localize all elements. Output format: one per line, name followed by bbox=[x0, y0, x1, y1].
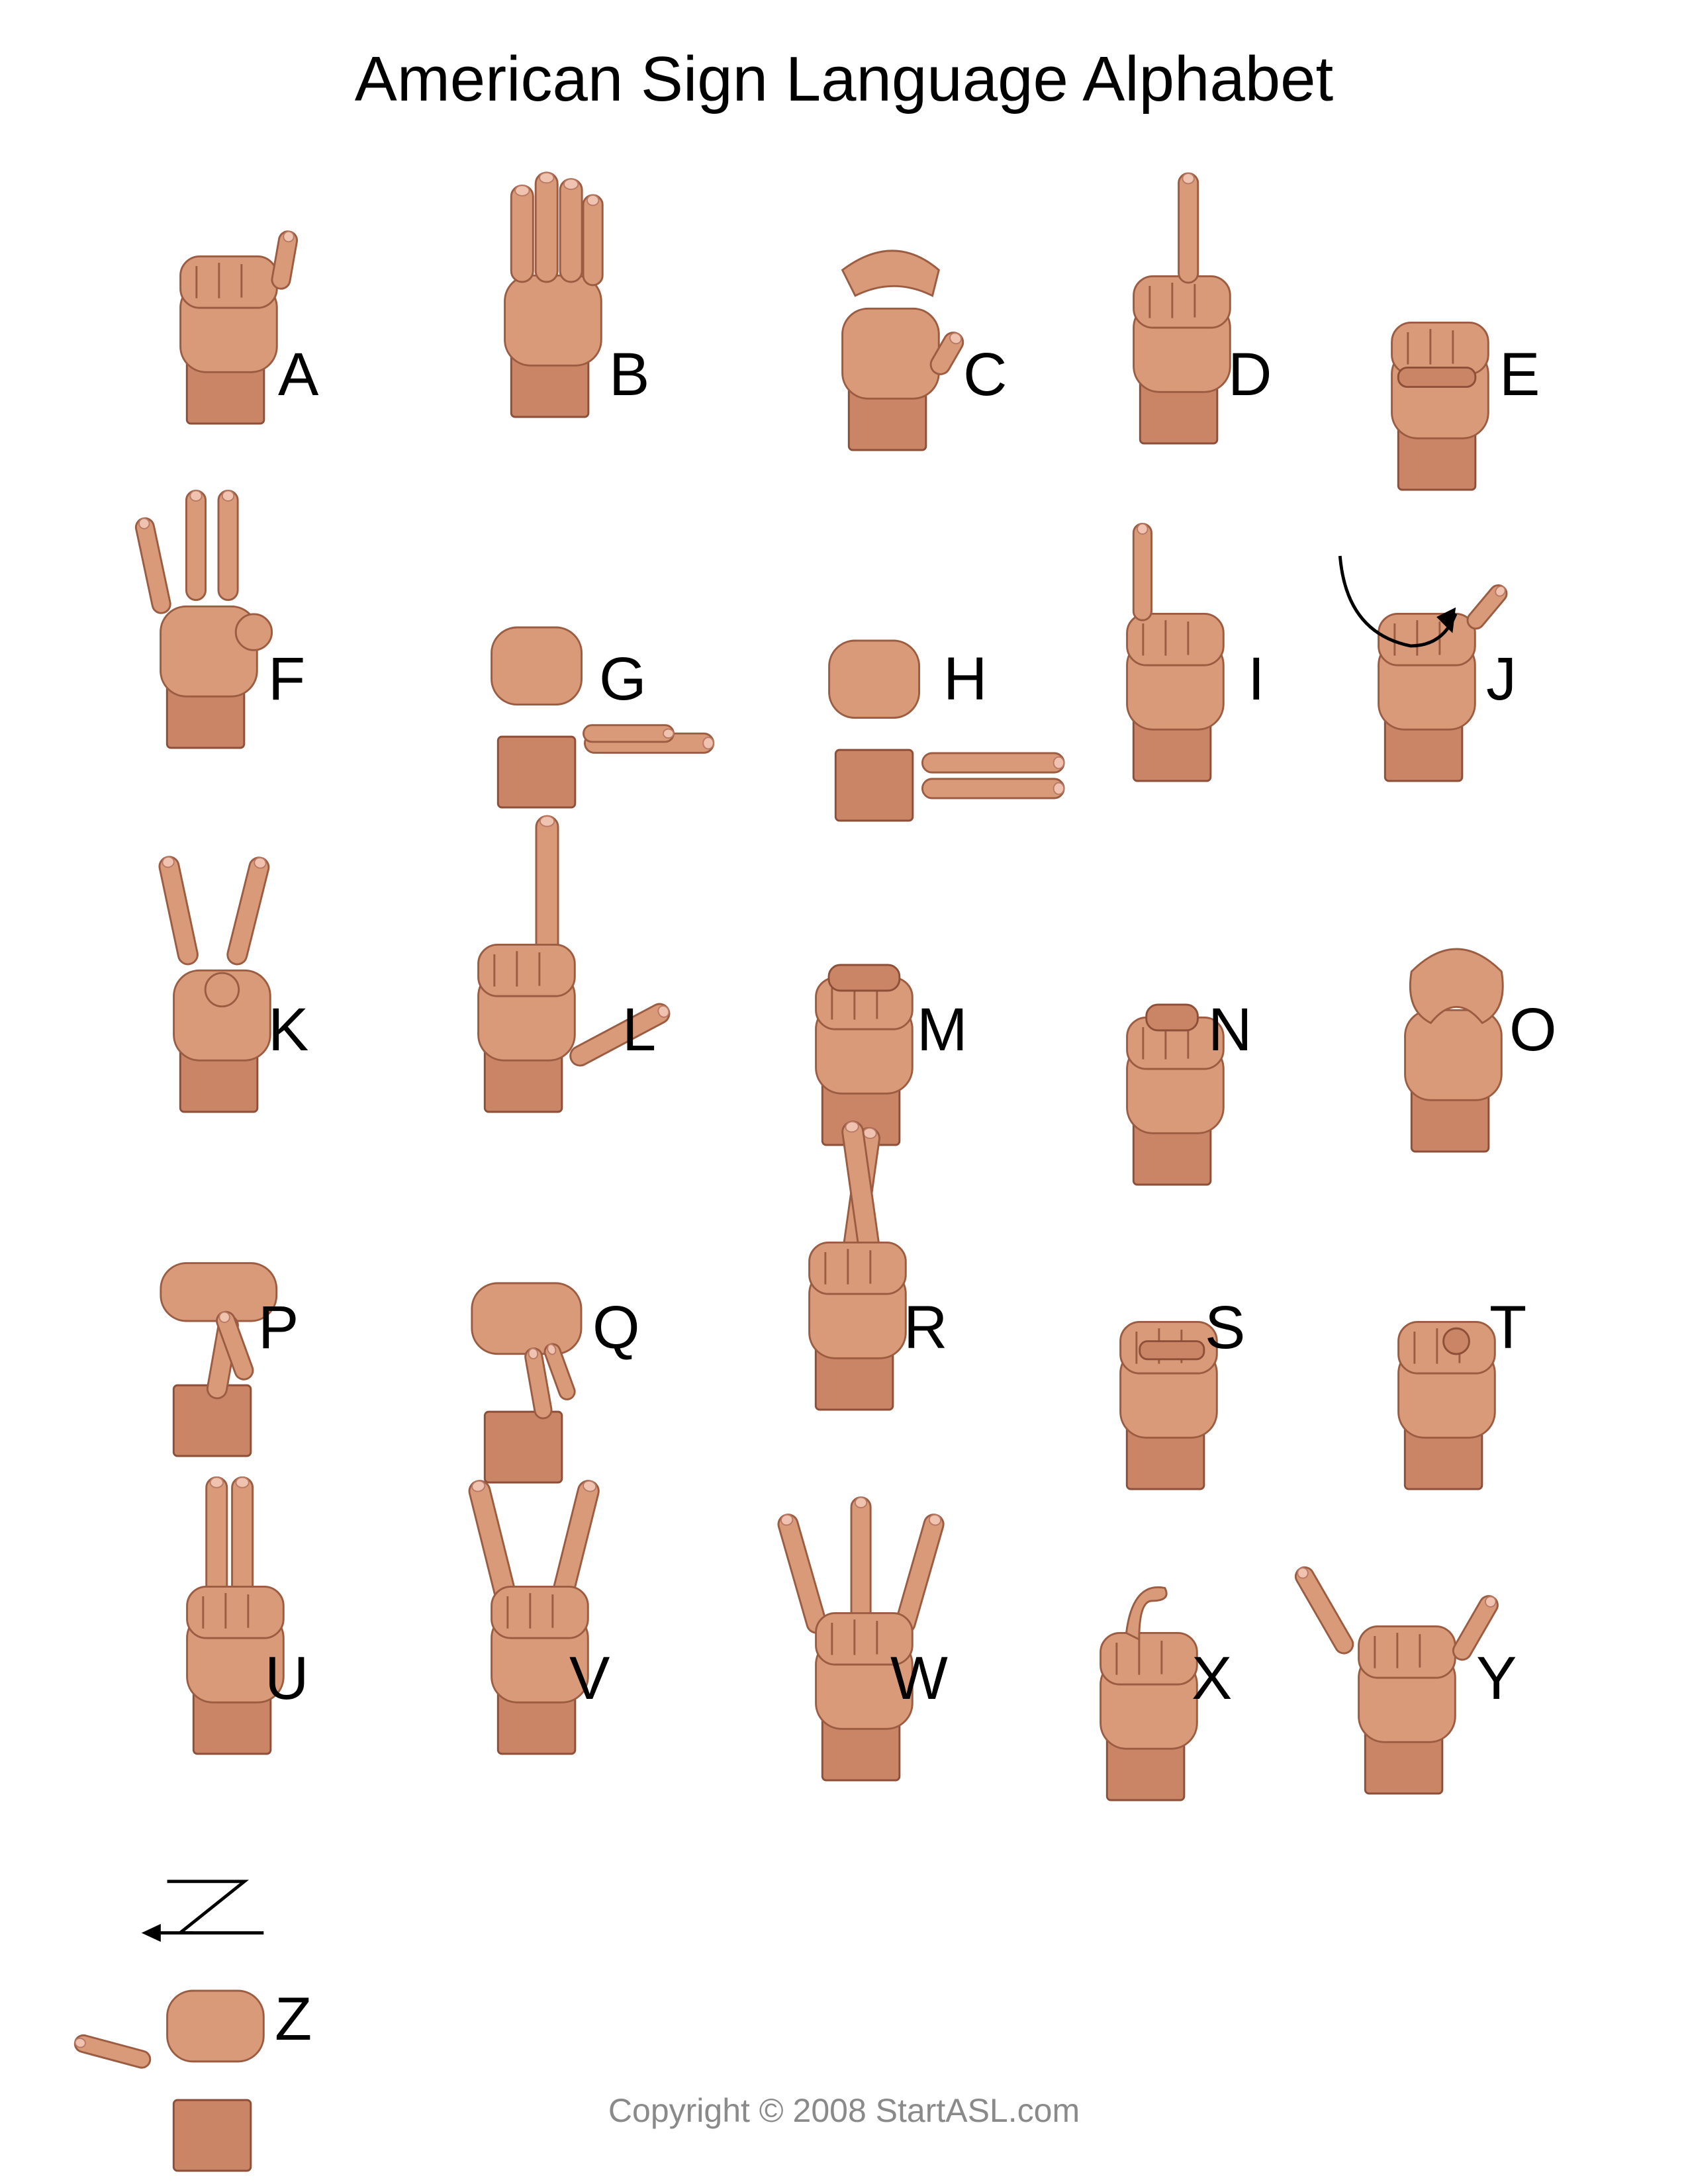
sign-letter-o: O bbox=[1509, 996, 1557, 1064]
hand-sign-d-icon bbox=[1133, 172, 1231, 445]
sign-letter-x: X bbox=[1192, 1645, 1233, 1712]
hand-sign-h-icon bbox=[828, 639, 1065, 822]
sign-letter-b: B bbox=[609, 341, 650, 408]
sign-letter-n: N bbox=[1208, 996, 1252, 1064]
sign-item-v bbox=[468, 1480, 649, 1755]
sign-letter-z: Z bbox=[275, 1985, 312, 2053]
sign-letter-p: P bbox=[258, 1294, 299, 1361]
sign-letter-r: R bbox=[904, 1294, 948, 1361]
hand-sign-v-icon bbox=[468, 1480, 600, 1755]
hand-sign-i-icon bbox=[1126, 522, 1225, 782]
sign-item-n bbox=[1112, 960, 1284, 1186]
sign-letter-y: Y bbox=[1476, 1645, 1517, 1712]
page-title: American Sign Language Alphabet bbox=[354, 44, 1334, 114]
sign-item-z bbox=[73, 1880, 324, 2172]
sign-letter-j: J bbox=[1486, 645, 1517, 713]
sign-letter-c: C bbox=[963, 341, 1008, 408]
hand-sign-l-icon bbox=[477, 815, 671, 1113]
hand-sign-z-icon bbox=[73, 1880, 265, 2172]
sign-letter-t: T bbox=[1489, 1294, 1527, 1361]
sign-letter-m: M bbox=[917, 996, 968, 1064]
sign-letter-f: F bbox=[268, 645, 306, 713]
hand-sign-u-icon bbox=[186, 1476, 285, 1755]
sign-letter-q: Q bbox=[592, 1294, 640, 1361]
sign-letter-w: W bbox=[890, 1645, 948, 1712]
sign-item-u bbox=[172, 1476, 344, 1755]
hand-sign-q-icon bbox=[471, 1282, 583, 1484]
sign-item-t bbox=[1383, 1264, 1556, 1490]
sign-letter-l: L bbox=[622, 996, 657, 1064]
hand-sign-c-icon bbox=[841, 250, 964, 451]
hand-sign-f-icon bbox=[134, 489, 273, 749]
sign-item-l bbox=[463, 815, 671, 1113]
sign-item-s bbox=[1105, 1264, 1278, 1490]
sign-item-c bbox=[827, 225, 1000, 451]
sign-letter-i: I bbox=[1248, 645, 1265, 713]
sign-letter-s: S bbox=[1205, 1294, 1246, 1361]
sign-item-d bbox=[1119, 172, 1291, 445]
sign-item-f bbox=[134, 489, 318, 749]
sign-letter-k: K bbox=[268, 996, 309, 1064]
sign-letter-g: G bbox=[599, 645, 647, 713]
sign-letter-e: E bbox=[1499, 341, 1540, 408]
sign-item-q bbox=[463, 1257, 635, 1484]
sign-letter-d: D bbox=[1228, 341, 1272, 408]
sign-letter-h: H bbox=[943, 645, 988, 713]
copyright-notice: Copyright © 2008 StartASL.com bbox=[608, 2092, 1080, 2129]
sign-letter-a: A bbox=[278, 341, 319, 408]
sign-letter-v: V bbox=[569, 1645, 610, 1712]
hand-sign-y-icon bbox=[1294, 1566, 1499, 1795]
hand-sign-n-icon bbox=[1126, 1003, 1225, 1186]
sign-letter-u: U bbox=[265, 1645, 309, 1712]
